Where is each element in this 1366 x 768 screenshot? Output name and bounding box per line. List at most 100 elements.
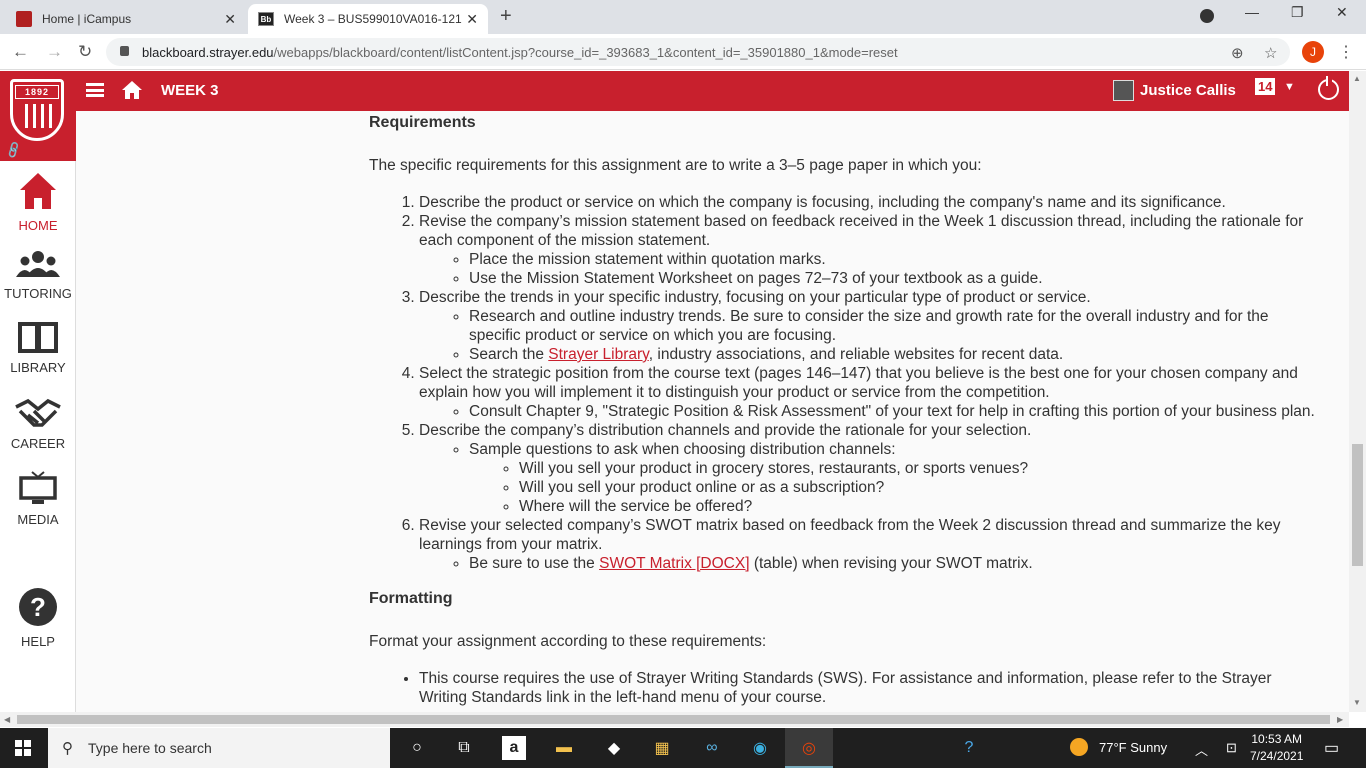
sidebar-item-library[interactable]: LIBRARY <box>0 321 76 375</box>
browser-tab-icampus[interactable]: Home | iCampus ✕ <box>6 4 246 34</box>
sidebar-item-tutoring[interactable]: TUTORING <box>0 249 76 301</box>
address-bar[interactable]: blackboard.strayer.edu/webapps/blackboar… <box>106 38 1290 66</box>
windows-taskbar: ⚲ Type here to search ○ ⧉ a ▬ ◆ ▦ ∞ ◉ ◎ … <box>0 728 1366 768</box>
list-item: Describe the trends in your specific ind… <box>419 288 1319 364</box>
sidebar-item-help[interactable]: ? HELP <box>0 587 76 649</box>
sidebar-item-media[interactable]: MEDIA <box>0 471 76 527</box>
list-item: Consult Chapter 9, "Strategic Position &… <box>469 402 1319 421</box>
vertical-scrollbar[interactable]: ▲ ▼ <box>1349 71 1366 712</box>
list-item: Research and outline industry trends. Be… <box>469 307 1319 345</box>
url-host: blackboard.strayer.edu <box>142 44 274 60</box>
icampus-favicon-icon <box>16 11 32 27</box>
notification-badge[interactable]: 14 <box>1255 78 1276 95</box>
scroll-left-icon[interactable]: ◀ <box>4 715 10 724</box>
tab-title: Home | iCampus <box>42 12 132 26</box>
browser-tab-week3[interactable]: Bb Week 3 – BUS599010VA016-121 ✕ <box>248 4 488 34</box>
browser-menu-icon[interactable]: ⋮ <box>1338 42 1354 62</box>
close-window-icon[interactable]: ✕ <box>1336 4 1348 21</box>
list-item: Will you sell your product in grocery st… <box>519 459 1319 478</box>
zoom-icon[interactable]: ⊕ <box>1231 44 1244 62</box>
strayer-library-link[interactable]: Strayer Library <box>548 346 649 363</box>
hamburger-menu-icon[interactable] <box>86 83 104 97</box>
breadcrumb[interactable]: WEEK 3 <box>161 82 219 99</box>
browser-toolbar: ← → ↻ blackboard.strayer.edu/webapps/bla… <box>0 34 1366 70</box>
cortana-icon[interactable]: ○ <box>405 736 429 760</box>
sidebar-item-label: LIBRARY <box>10 360 66 375</box>
sidebar-item-label: CAREER <box>10 436 66 451</box>
task-view-icon[interactable]: ⧉ <box>452 736 476 760</box>
dropbox-icon[interactable]: ◆ <box>602 736 626 760</box>
handshake-icon <box>15 398 61 427</box>
list-item: Place the mission statement within quota… <box>469 250 1319 269</box>
edge-icon[interactable]: ◉ <box>748 736 772 760</box>
bookmark-star-icon[interactable]: ☆ <box>1264 44 1277 62</box>
blackboard-favicon-icon: Bb <box>258 12 274 26</box>
link-icon[interactable]: 🔗 <box>4 140 24 160</box>
monitor-icon <box>19 471 57 504</box>
swot-matrix-link[interactable]: SWOT Matrix [DOCX] <box>599 555 749 572</box>
close-tab-icon[interactable]: ✕ <box>224 11 236 28</box>
infinity-app-icon[interactable]: ∞ <box>700 736 724 760</box>
reload-icon[interactable]: ↻ <box>78 42 92 62</box>
svg-text:?: ? <box>30 592 46 622</box>
minimize-icon[interactable]: — <box>1245 4 1259 20</box>
forward-arrow-icon[interactable]: → <box>46 42 63 62</box>
tray-chevron-up-icon[interactable]: ︿ <box>1195 740 1208 759</box>
file-explorer-icon[interactable]: ▬ <box>552 736 576 760</box>
scroll-right-icon[interactable]: ▶ <box>1337 715 1343 724</box>
requirements-heading: Requirements <box>369 114 476 131</box>
formatting-intro: Format your assignment according to thes… <box>369 633 767 650</box>
home-icon[interactable] <box>121 80 143 100</box>
scroll-thumb[interactable] <box>17 715 1330 724</box>
people-icon <box>16 251 60 277</box>
sidebar-item-home[interactable]: HOME <box>0 171 76 233</box>
chrome-taskbar-button[interactable]: ◎ <box>785 728 833 768</box>
shield-logo-icon: 1892 <box>10 79 64 141</box>
help-app-icon[interactable]: ? <box>957 736 981 760</box>
weather-sun-icon[interactable] <box>1070 738 1088 756</box>
strayer-logo[interactable]: 1892 🔗 <box>0 71 76 161</box>
close-tab-icon[interactable]: ✕ <box>466 11 478 28</box>
restore-icon[interactable]: ❐ <box>1291 4 1304 21</box>
requirements-list: Describe the product or service on which… <box>419 193 1319 573</box>
profile-menu-icon[interactable] <box>1200 9 1214 23</box>
windows-start-icon[interactable] <box>15 740 31 756</box>
question-icon: ? <box>19 588 57 626</box>
logout-power-icon[interactable] <box>1318 76 1339 100</box>
scroll-down-icon[interactable]: ▼ <box>1353 698 1361 707</box>
scroll-up-icon[interactable]: ▲ <box>1353 74 1361 83</box>
clock-time: 10:53 AM <box>1251 732 1303 746</box>
chevron-down-icon[interactable]: ▼ <box>1284 81 1295 93</box>
scroll-thumb[interactable] <box>1352 444 1363 566</box>
list-item: Be sure to use the SWOT Matrix [DOCX] (t… <box>469 554 1319 573</box>
list-item: Will you sell your product online or as … <box>519 478 1319 497</box>
profile-avatar[interactable]: J <box>1302 41 1324 63</box>
formatting-heading: Formatting <box>369 590 453 607</box>
user-avatar[interactable] <box>1113 80 1134 101</box>
back-arrow-icon[interactable]: ← <box>12 42 29 62</box>
home-icon <box>20 173 56 209</box>
amazon-icon[interactable]: a <box>502 736 526 760</box>
new-tab-icon[interactable]: + <box>500 5 512 28</box>
notifications-icon[interactable]: ▭ <box>1324 738 1339 758</box>
sidebar-item-label: MEDIA <box>17 512 59 527</box>
taskbar-clock[interactable]: 10:53 AM 7/24/2021 <box>1250 731 1303 765</box>
left-sidebar: HOME TUTORING LIBRARY CAREER MEDIA ? HEL… <box>0 161 76 712</box>
search-placeholder: Type here to search <box>88 740 212 756</box>
search-icon: ⚲ <box>62 740 73 757</box>
list-item: Describe the product or service on which… <box>419 193 1319 212</box>
horizontal-scrollbar[interactable]: ◀ ▶ <box>0 712 1349 727</box>
store-icon[interactable]: ▦ <box>650 736 674 760</box>
user-name[interactable]: Justice Callis <box>1140 82 1236 99</box>
sidebar-item-label: TUTORING <box>4 286 72 301</box>
main-content: Requirements The specific requirements f… <box>76 111 1349 712</box>
course-header-bar: WEEK 3 Justice Callis 14 ▼ <box>0 71 1349 111</box>
list-item: This course requires the use of Strayer … <box>419 669 1319 707</box>
list-item: Describe the company’s distribution chan… <box>419 421 1319 516</box>
network-icon[interactable]: ⊡ <box>1226 740 1237 756</box>
sidebar-item-career[interactable]: CAREER <box>0 397 76 451</box>
taskbar-search-input[interactable]: ⚲ Type here to search <box>48 728 390 768</box>
sidebar-item-label: HOME <box>18 218 58 233</box>
url-path: /webapps/blackboard/content/listContent.… <box>273 44 898 60</box>
weather-text[interactable]: 77°F Sunny <box>1099 740 1167 755</box>
